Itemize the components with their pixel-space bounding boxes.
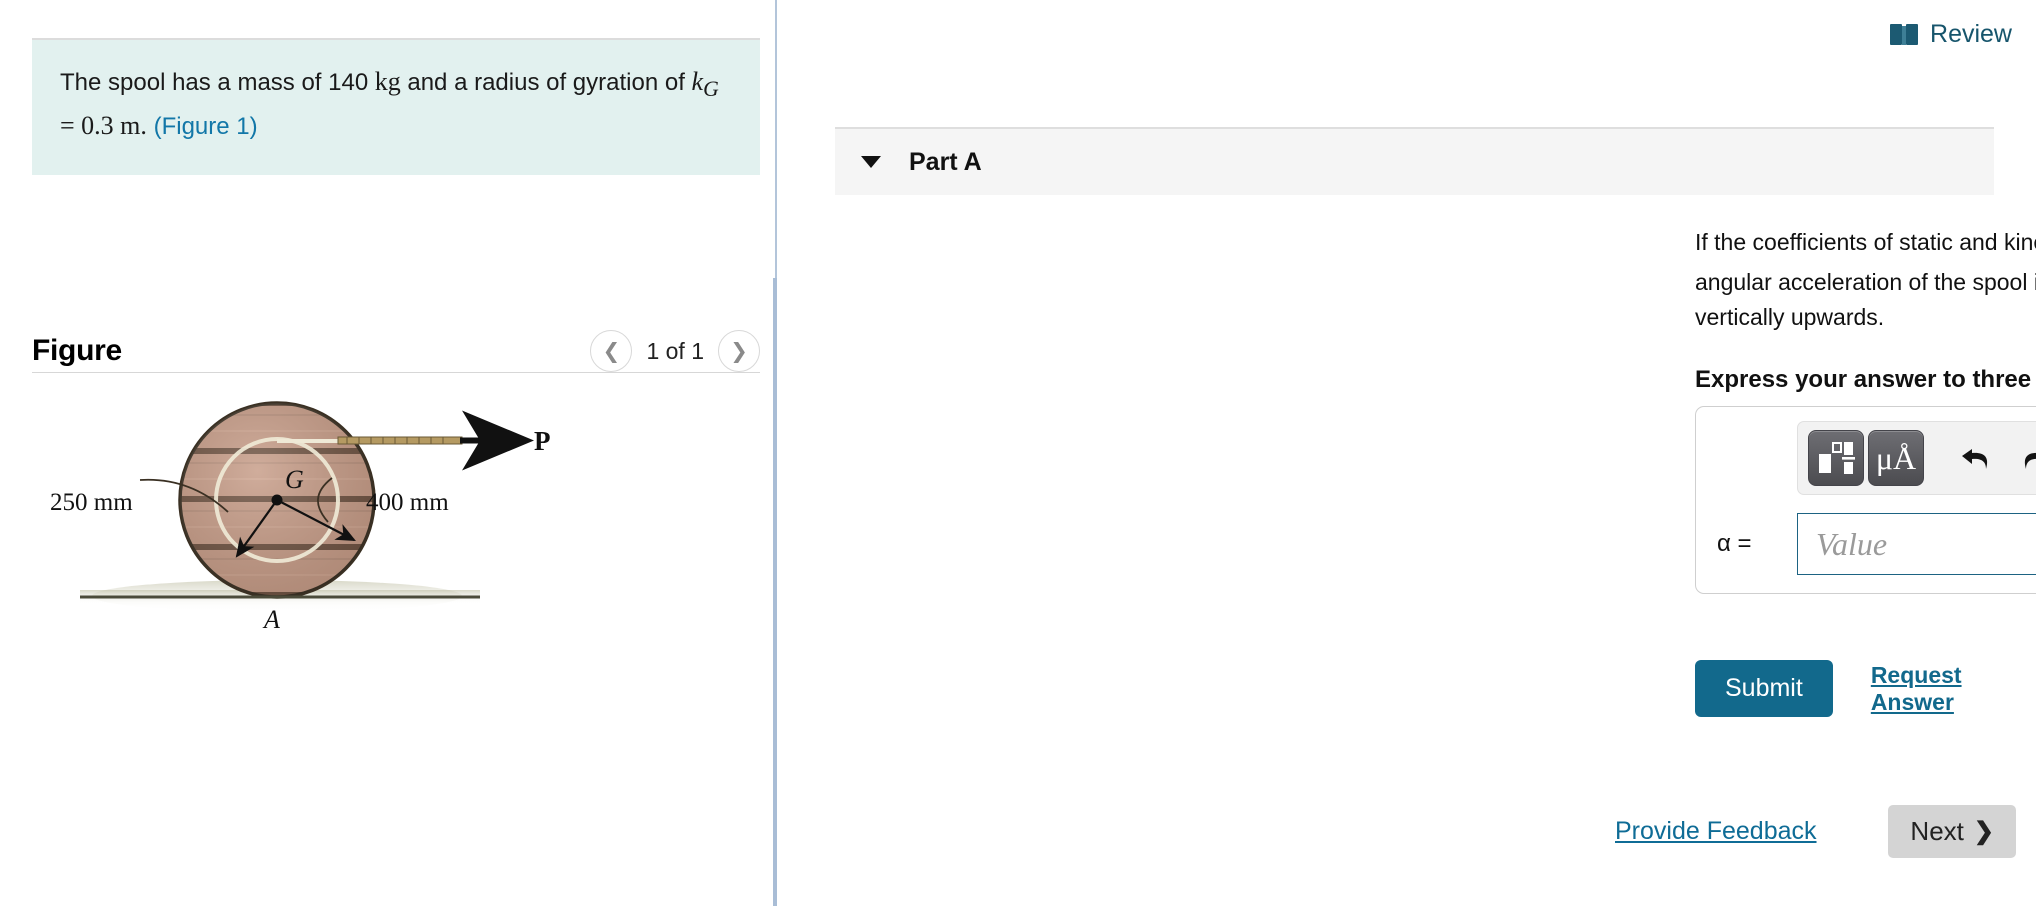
problem-mid: and a radius of gyration of (400, 69, 692, 96)
next-button[interactable]: Next ❯ (1888, 805, 2016, 858)
problem-lead: The spool has a mass of (60, 69, 329, 96)
next-label: Next (1910, 816, 1964, 846)
left-panel: The spool has a mass of 140 kg and a rad… (0, 0, 776, 906)
chevron-left-icon[interactable]: ❮ (590, 330, 633, 372)
answer-input-box: μÅ α = Value (1695, 406, 2036, 594)
question-emphasis: Express your answer to three significant… (1695, 365, 2036, 393)
figure-inner-radius-label: 250 mm (50, 489, 133, 516)
answer-actions: Submit Request Answer (1695, 660, 2036, 717)
figure-force-label: P (534, 426, 551, 456)
redo-icon-glyph (2024, 452, 2036, 469)
kg-subscript: G (703, 77, 719, 102)
kg-equation: = 0.3 (60, 110, 114, 140)
question-text: If the coefficients of static and kineti… (1695, 225, 2036, 336)
part-a-header[interactable]: Part A (835, 127, 1994, 195)
figure-contact-label: A (262, 605, 280, 634)
chevron-right-icon[interactable]: ❯ (718, 330, 760, 372)
figure-center-label: G (285, 465, 304, 494)
question-body: If the coefficients of static and kineti… (1695, 225, 2036, 394)
page-root: The spool has a mass of 140 kg and a rad… (0, 0, 2036, 906)
spool-diagram-svg: P G 250 mm 400 mm A (50, 401, 551, 634)
panel-divider-bottom[interactable] (773, 278, 777, 906)
request-answer-link[interactable]: Request Answer (1871, 662, 2036, 716)
value-input[interactable] (1797, 513, 2036, 575)
answer-entry-row: α = (1712, 513, 2036, 575)
figure-image: P G 250 mm 400 mm A (32, 400, 760, 820)
kg-unit: m. (120, 110, 147, 140)
problem-statement-text: The spool has a mass of 140 kg and a rad… (60, 62, 732, 145)
review-label: Review (1930, 20, 2012, 48)
problem-statement-box: The spool has a mass of 140 kg and a rad… (32, 38, 760, 175)
figure-outer-radius-label: 400 mm (366, 489, 449, 516)
problem-mass: 140 (328, 69, 369, 96)
redo-icon[interactable] (2008, 430, 2036, 486)
answer-toolbar: μÅ (1797, 421, 2036, 495)
figure-title: Figure (32, 334, 122, 367)
figure-navigation: ❮ 1 of 1 ❯ (590, 330, 760, 372)
undo-icon[interactable] (1948, 430, 2004, 486)
problem-mass-unit: kg (374, 67, 401, 96)
template-icon[interactable] (1808, 430, 1864, 486)
answer-variable-label: α = (1717, 530, 1752, 557)
right-panel: Review Part A If the coefficients of sta… (779, 0, 2036, 906)
figure-divider (32, 372, 760, 373)
provide-feedback-link[interactable]: Provide Feedback (1615, 817, 1817, 846)
greek-units-icon[interactable]: μÅ (1868, 430, 1924, 486)
chevron-right-icon: ❯ (1973, 818, 1994, 845)
figure-1-link[interactable]: (Figure 1) (154, 113, 258, 140)
review-button[interactable]: Review (1890, 20, 2012, 49)
part-a-title: Part A (909, 147, 982, 176)
submit-button[interactable]: Submit (1695, 660, 1833, 717)
panel-divider-top (775, 0, 777, 278)
undo-icon-glyph (1962, 449, 1988, 469)
template-icon-glyph (1819, 442, 1855, 474)
kg-symbol: k (691, 67, 704, 96)
figure-counter: 1 of 1 (646, 337, 704, 364)
greek-units-glyph: μÅ (1875, 440, 1917, 476)
book-icon (1890, 24, 1919, 45)
q-line1a: If the coefficients of static and kineti… (1695, 229, 2036, 255)
caret-down-icon[interactable] (861, 156, 881, 168)
figure-header: Figure ❮ 1 of 1 ❯ (32, 330, 760, 372)
